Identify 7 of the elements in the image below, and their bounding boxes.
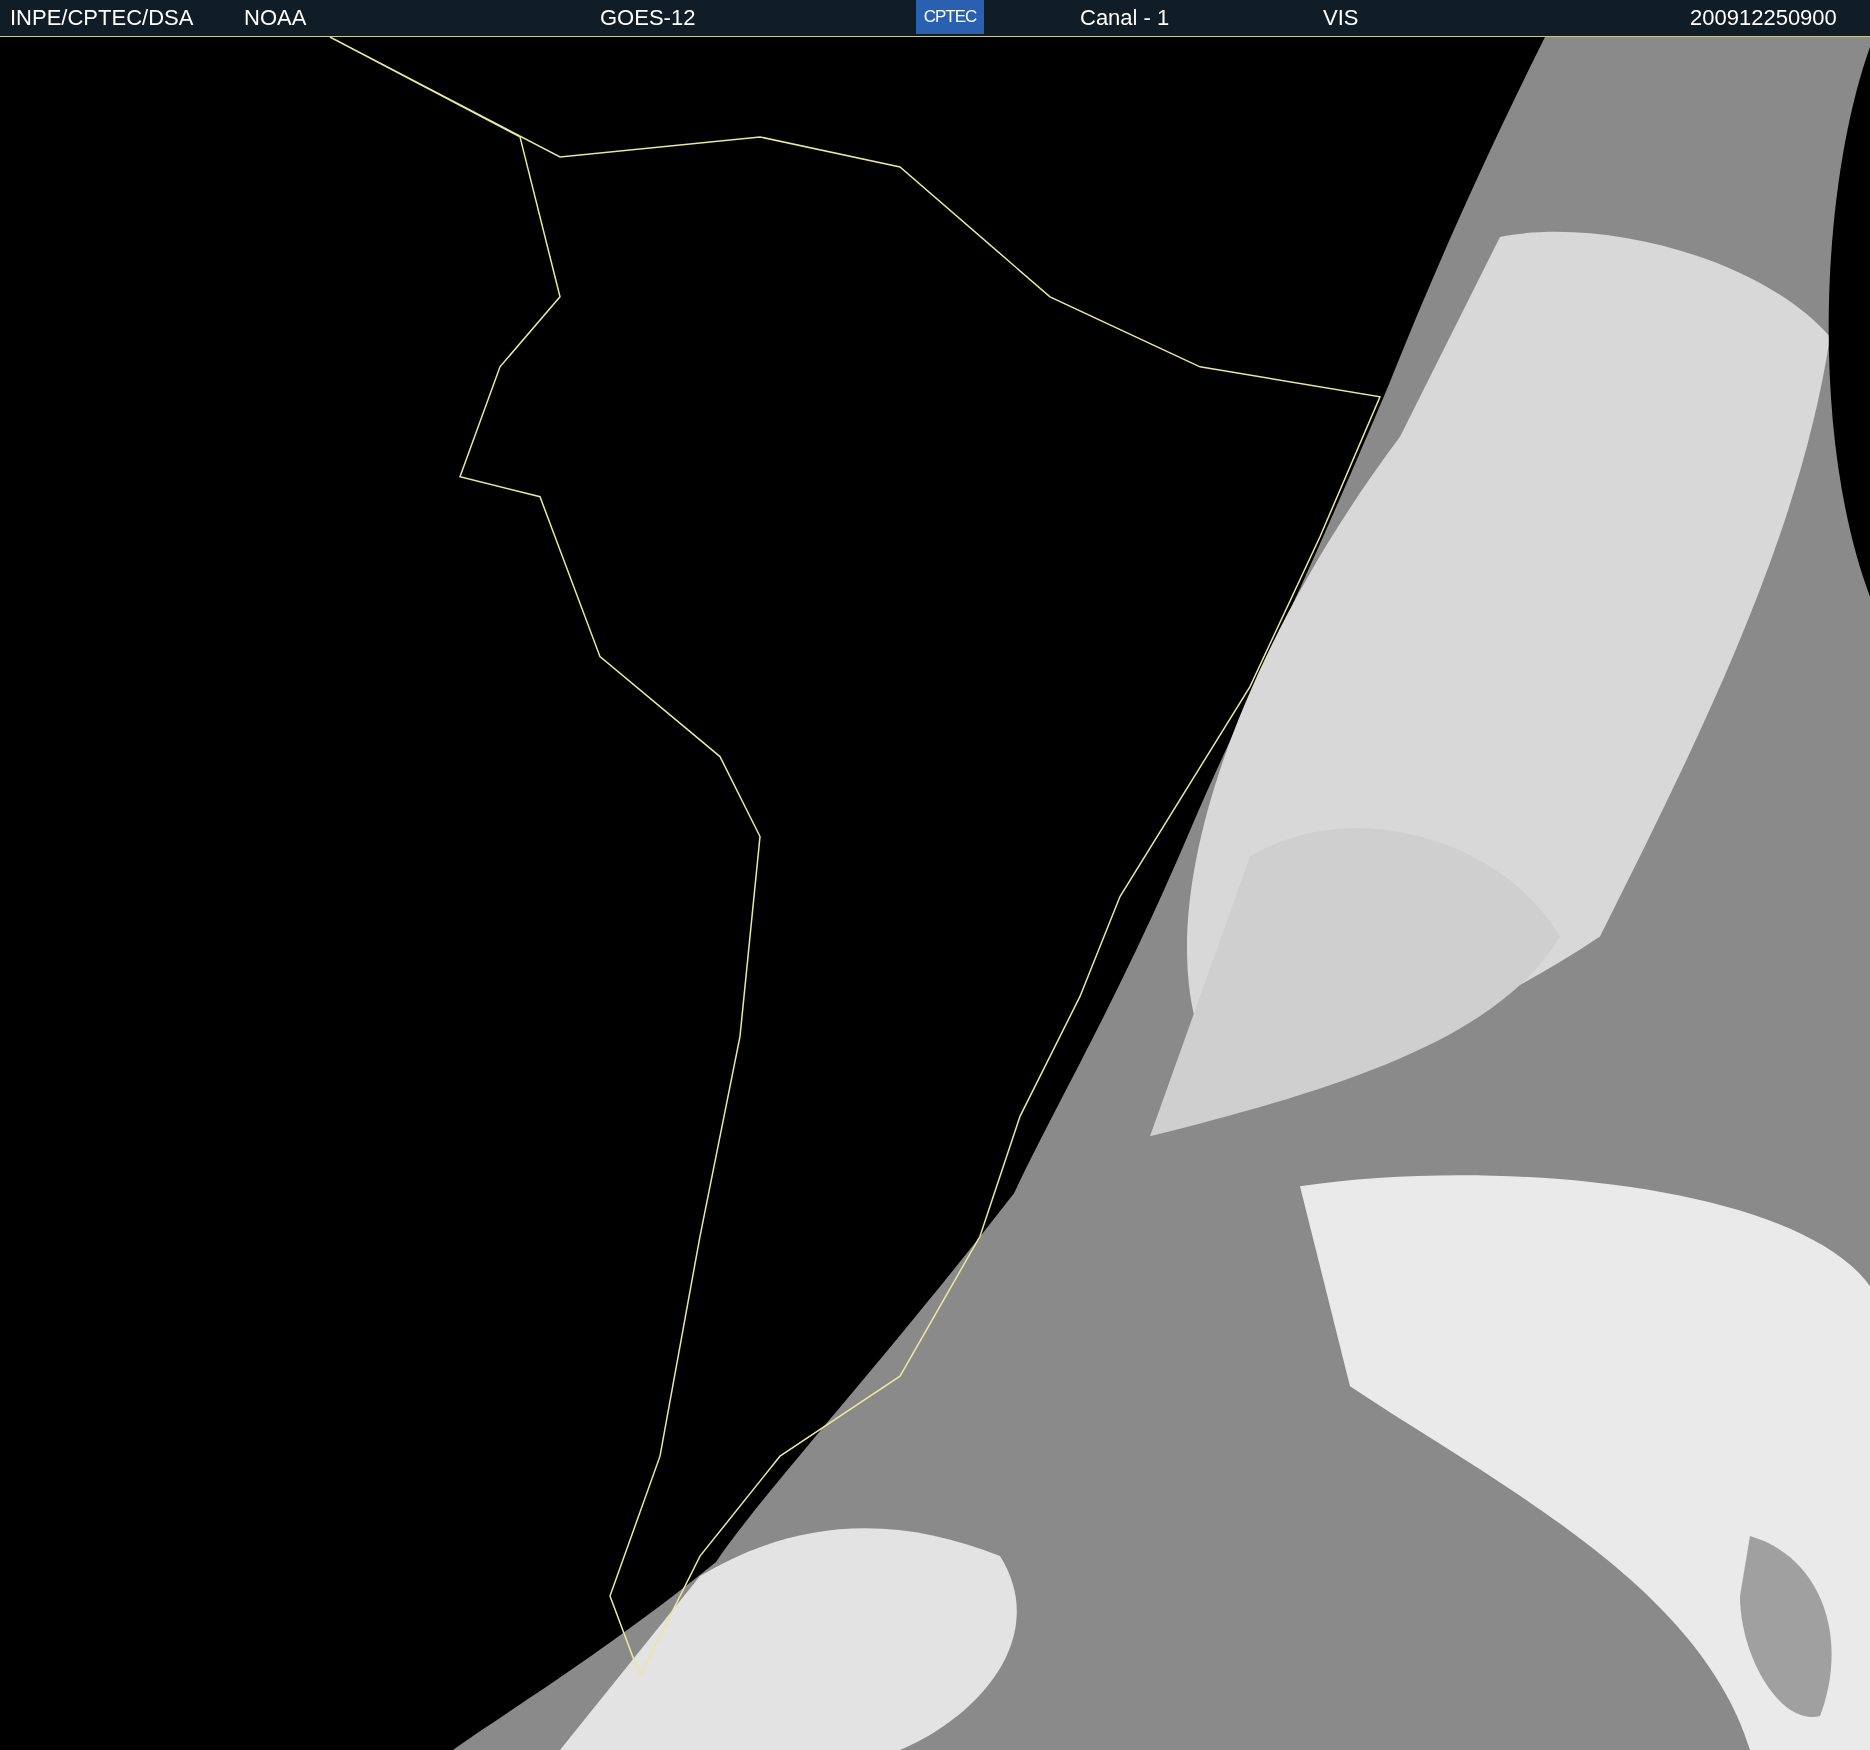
header-label: NOAA — [244, 6, 307, 30]
logo: CPTEC — [916, 0, 984, 34]
header-label: INPE/CPTEC/DSA — [10, 6, 194, 30]
header-label: VIS — [1323, 6, 1359, 30]
header-label: GOES-12 — [600, 6, 696, 30]
header-label: Canal - 1 — [1080, 6, 1170, 30]
header-label: 200912250900 — [1690, 6, 1837, 30]
